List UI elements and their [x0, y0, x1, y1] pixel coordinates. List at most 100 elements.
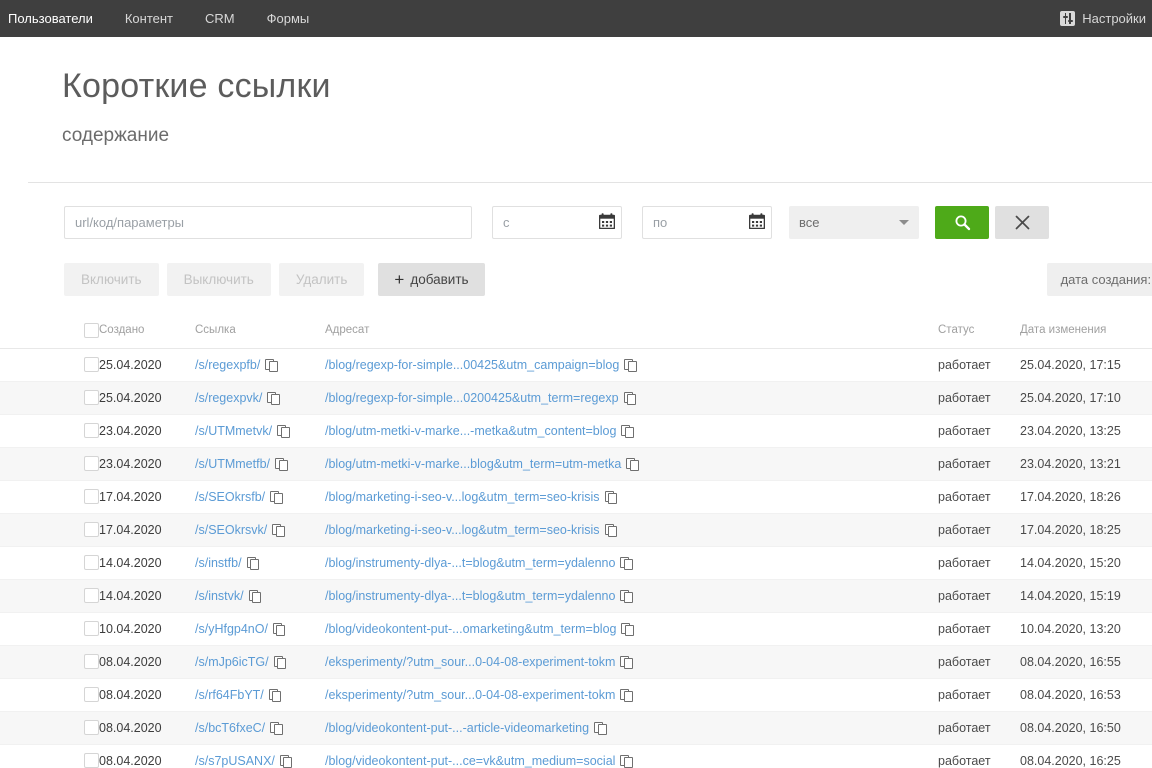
target-link[interactable]: /blog/instrumenty-dlya-...t=blog&utm_ter…	[325, 556, 615, 570]
copy-icon[interactable]	[620, 755, 631, 767]
table-row: 25.04.2020/s/regexpfb//blog/regexp-for-s…	[0, 348, 1152, 381]
cell-modified: 17.04.2020, 18:26	[1020, 480, 1152, 513]
target-link[interactable]: /blog/instrumenty-dlya-...t=blog&utm_ter…	[325, 589, 615, 603]
copy-icon[interactable]	[270, 491, 281, 503]
status-filter-select[interactable]: все	[789, 206, 919, 239]
copy-icon[interactable]	[273, 623, 284, 635]
target-link[interactable]: /blog/videokontent-put-...omarketing&utm…	[325, 622, 616, 636]
search-input[interactable]	[64, 206, 472, 239]
column-modified[interactable]: Дата изменения	[1020, 319, 1152, 349]
target-link[interactable]: /blog/videokontent-put-...ce=vk&utm_medi…	[325, 754, 615, 768]
column-status[interactable]: Статус	[938, 319, 1020, 349]
target-link[interactable]: /blog/regexp-for-simple...00425&utm_camp…	[325, 358, 619, 372]
disable-button[interactable]: Выключить	[167, 263, 271, 296]
copy-icon[interactable]	[621, 425, 632, 437]
target-link[interactable]: /eksperimenty/?utm_sour...0-04-08-experi…	[325, 655, 615, 669]
row-checkbox[interactable]	[84, 357, 99, 372]
row-checkbox[interactable]	[84, 456, 99, 471]
copy-icon[interactable]	[621, 623, 632, 635]
sort-control-label: дата создания: нов	[1061, 272, 1152, 287]
copy-icon[interactable]	[247, 557, 258, 569]
copy-icon[interactable]	[620, 590, 631, 602]
short-link[interactable]: /s/SEOkrsfb/	[195, 490, 265, 504]
table-row: 23.04.2020/s/UTMmetvk/ /blog/utm-metki-v-…	[0, 414, 1152, 447]
copy-icon[interactable]	[605, 491, 616, 503]
sort-control[interactable]: дата создания: нов	[1047, 263, 1152, 296]
clear-filters-button[interactable]	[995, 206, 1049, 239]
nav-item-users[interactable]: Пользователи	[0, 0, 109, 37]
cell-modified: 23.04.2020, 13:21	[1020, 447, 1152, 480]
enable-button[interactable]: Включить	[64, 263, 159, 296]
target-link[interactable]: /eksperimenty/?utm_sour...0-04-08-experi…	[325, 688, 615, 702]
row-checkbox[interactable]	[84, 720, 99, 735]
row-select-cell	[0, 480, 99, 513]
column-link[interactable]: Ссылка	[195, 319, 325, 349]
short-link[interactable]: /s/regexpvk/	[195, 391, 262, 405]
row-checkbox[interactable]	[84, 390, 99, 405]
copy-icon[interactable]	[620, 656, 631, 668]
short-link[interactable]: /s/yHfgp4nO/	[195, 622, 268, 636]
copy-icon[interactable]	[620, 557, 631, 569]
date-to-input[interactable]	[642, 206, 772, 239]
target-link[interactable]: /blog/marketing-i-seo-v...log&utm_term=s…	[325, 490, 600, 504]
row-checkbox[interactable]	[84, 621, 99, 636]
cell-created: 10.04.2020	[99, 612, 195, 645]
target-link[interactable]: /blog/utm-metki-v-marke...-metka&utm_con…	[325, 424, 616, 438]
copy-icon[interactable]	[605, 524, 616, 536]
short-link[interactable]: /s/UTMmetfb/	[195, 457, 270, 471]
search-button[interactable]	[935, 206, 989, 239]
copy-icon[interactable]	[594, 722, 605, 734]
status-text: работает	[938, 622, 991, 636]
short-link[interactable]: /s/mJp6icTG/	[195, 655, 269, 669]
nav-item-crm[interactable]: CRM	[189, 0, 251, 37]
short-link[interactable]: /s/SEOkrsvk/	[195, 523, 267, 537]
short-link[interactable]: /s/UTMmetvk/	[195, 424, 272, 438]
copy-icon[interactable]	[624, 392, 635, 404]
nav-item-forms[interactable]: Формы	[251, 0, 326, 37]
copy-icon[interactable]	[626, 458, 637, 470]
date-from-input[interactable]	[492, 206, 622, 239]
cell-target: /blog/videokontent-put-...ce=vk&utm_medi…	[325, 744, 938, 768]
copy-icon[interactable]	[269, 689, 280, 701]
copy-icon[interactable]	[620, 689, 631, 701]
page-subtitle: содержание	[62, 125, 1152, 147]
nav-item-content[interactable]: Контент	[109, 0, 189, 37]
column-created[interactable]: Создано	[99, 319, 195, 349]
row-checkbox[interactable]	[84, 423, 99, 438]
short-link[interactable]: /s/instvk/	[195, 589, 244, 603]
copy-icon[interactable]	[624, 359, 635, 371]
copy-icon[interactable]	[272, 524, 283, 536]
copy-icon[interactable]	[277, 425, 288, 437]
row-checkbox[interactable]	[84, 654, 99, 669]
settings-button[interactable]: Настройки	[1060, 11, 1150, 26]
row-checkbox[interactable]	[84, 687, 99, 702]
target-link[interactable]: /blog/videokontent-put-...-article-video…	[325, 721, 589, 735]
copy-icon[interactable]	[274, 656, 285, 668]
short-link[interactable]: /s/s7pUSANX/	[195, 754, 275, 768]
short-link[interactable]: /s/bcT6fxeC/	[195, 721, 265, 735]
copy-icon[interactable]	[270, 722, 281, 734]
copy-icon[interactable]	[265, 359, 276, 371]
short-link[interactable]: /s/regexpfb/	[195, 358, 260, 372]
select-all-checkbox[interactable]	[84, 323, 99, 338]
copy-icon[interactable]	[280, 755, 291, 767]
row-checkbox[interactable]	[84, 522, 99, 537]
add-button[interactable]: + добавить	[378, 263, 484, 296]
target-link[interactable]: /blog/regexp-for-simple...0200425&utm_te…	[325, 391, 619, 405]
column-target[interactable]: Адресат	[325, 319, 938, 349]
row-checkbox[interactable]	[84, 588, 99, 603]
copy-icon[interactable]	[275, 458, 286, 470]
row-checkbox[interactable]	[84, 753, 99, 768]
delete-button[interactable]: Удалить	[279, 263, 365, 296]
copy-icon[interactable]	[249, 590, 260, 602]
row-checkbox[interactable]	[84, 489, 99, 504]
close-icon	[1015, 215, 1030, 230]
target-link[interactable]: /blog/marketing-i-seo-v...log&utm_term=s…	[325, 523, 600, 537]
short-link[interactable]: /s/rf64FbYT/	[195, 688, 264, 702]
short-link[interactable]: /s/instfb/	[195, 556, 242, 570]
row-checkbox[interactable]	[84, 555, 99, 570]
cell-status: работает	[938, 645, 1020, 678]
copy-icon[interactable]	[267, 392, 278, 404]
target-link[interactable]: /blog/utm-metki-v-marke...blog&utm_term=…	[325, 457, 621, 471]
created-date-text: 23.04.2020	[99, 424, 162, 438]
